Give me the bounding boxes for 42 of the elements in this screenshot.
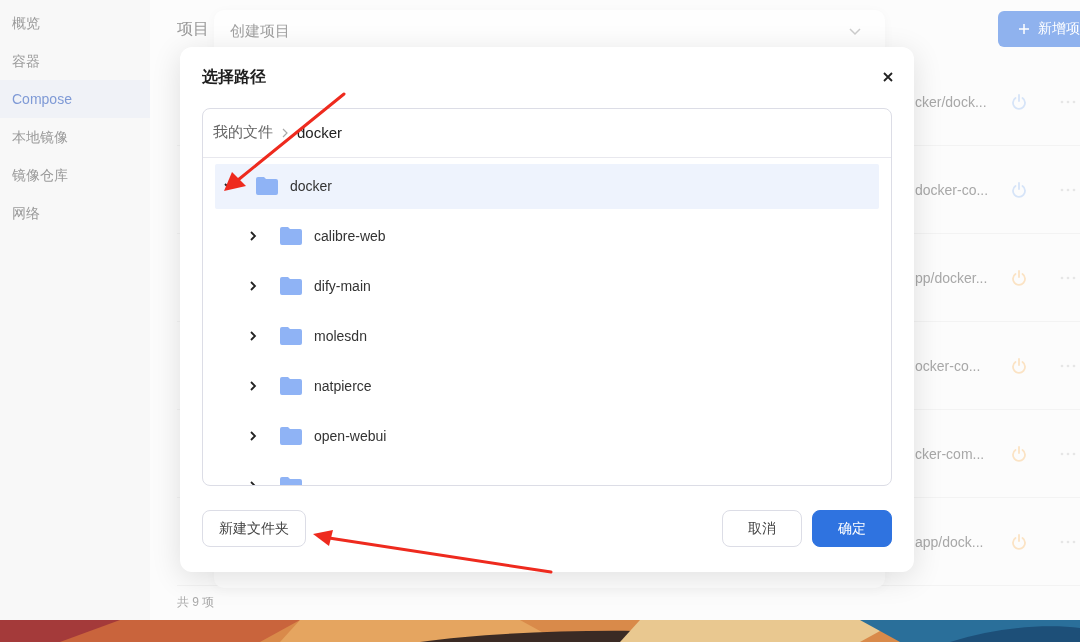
tree-row[interactable]: molesdn	[215, 313, 879, 359]
power-icon[interactable]	[1010, 268, 1028, 287]
power-icon[interactable]	[1010, 180, 1028, 199]
chevron-right-icon[interactable]	[247, 330, 259, 343]
tree-row[interactable]: natpierce	[215, 363, 879, 409]
folder-icon	[280, 277, 302, 296]
folder-icon	[280, 227, 302, 246]
page-title: 项目	[177, 18, 209, 39]
project-path: app/dock...	[915, 533, 985, 550]
tree-row[interactable]: open-webui	[215, 413, 879, 459]
folder-icon	[280, 377, 302, 396]
project-path: cker/dock...	[915, 93, 988, 110]
power-icon[interactable]	[1010, 356, 1028, 375]
project-path: cker-com...	[915, 445, 986, 462]
cancel-button[interactable]: 取消	[722, 510, 802, 548]
project-path: pp/docker...	[915, 269, 989, 286]
ok-button[interactable]: 确定	[812, 510, 892, 548]
tree-row[interactable]: calibre-web	[215, 213, 879, 259]
item-count: 共 9 项	[177, 594, 216, 611]
tree-row[interactable]: dify-main	[215, 263, 879, 309]
close-icon[interactable]	[882, 71, 894, 84]
breadcrumb-item[interactable]: docker	[297, 124, 343, 142]
chevron-icon[interactable]	[849, 27, 861, 36]
power-icon[interactable]	[1010, 532, 1028, 551]
folder-icon	[256, 177, 278, 196]
plus-icon	[1018, 23, 1030, 35]
power-icon[interactable]	[1010, 444, 1028, 463]
tree-row[interactable]: docker	[215, 163, 879, 209]
chevron-right-icon[interactable]	[247, 230, 259, 243]
dialog-title: 选择路径	[202, 66, 266, 87]
chevron-right-icon[interactable]	[247, 380, 259, 393]
chevron-right-icon[interactable]	[247, 430, 259, 443]
dialog-title: 创建项目	[230, 22, 290, 41]
project-path: docker-co...	[915, 181, 990, 198]
separator-icon	[281, 127, 289, 138]
project-path: ocker-co...	[915, 357, 982, 374]
power-icon[interactable]	[1010, 92, 1028, 111]
breadcrumb-item[interactable]: 我的文件	[213, 123, 273, 143]
new-folder-button[interactable]: 新建文件夹	[202, 510, 306, 548]
chevron-right-icon[interactable]	[247, 280, 259, 293]
folder-icon	[280, 427, 302, 446]
folder-icon	[280, 327, 302, 346]
